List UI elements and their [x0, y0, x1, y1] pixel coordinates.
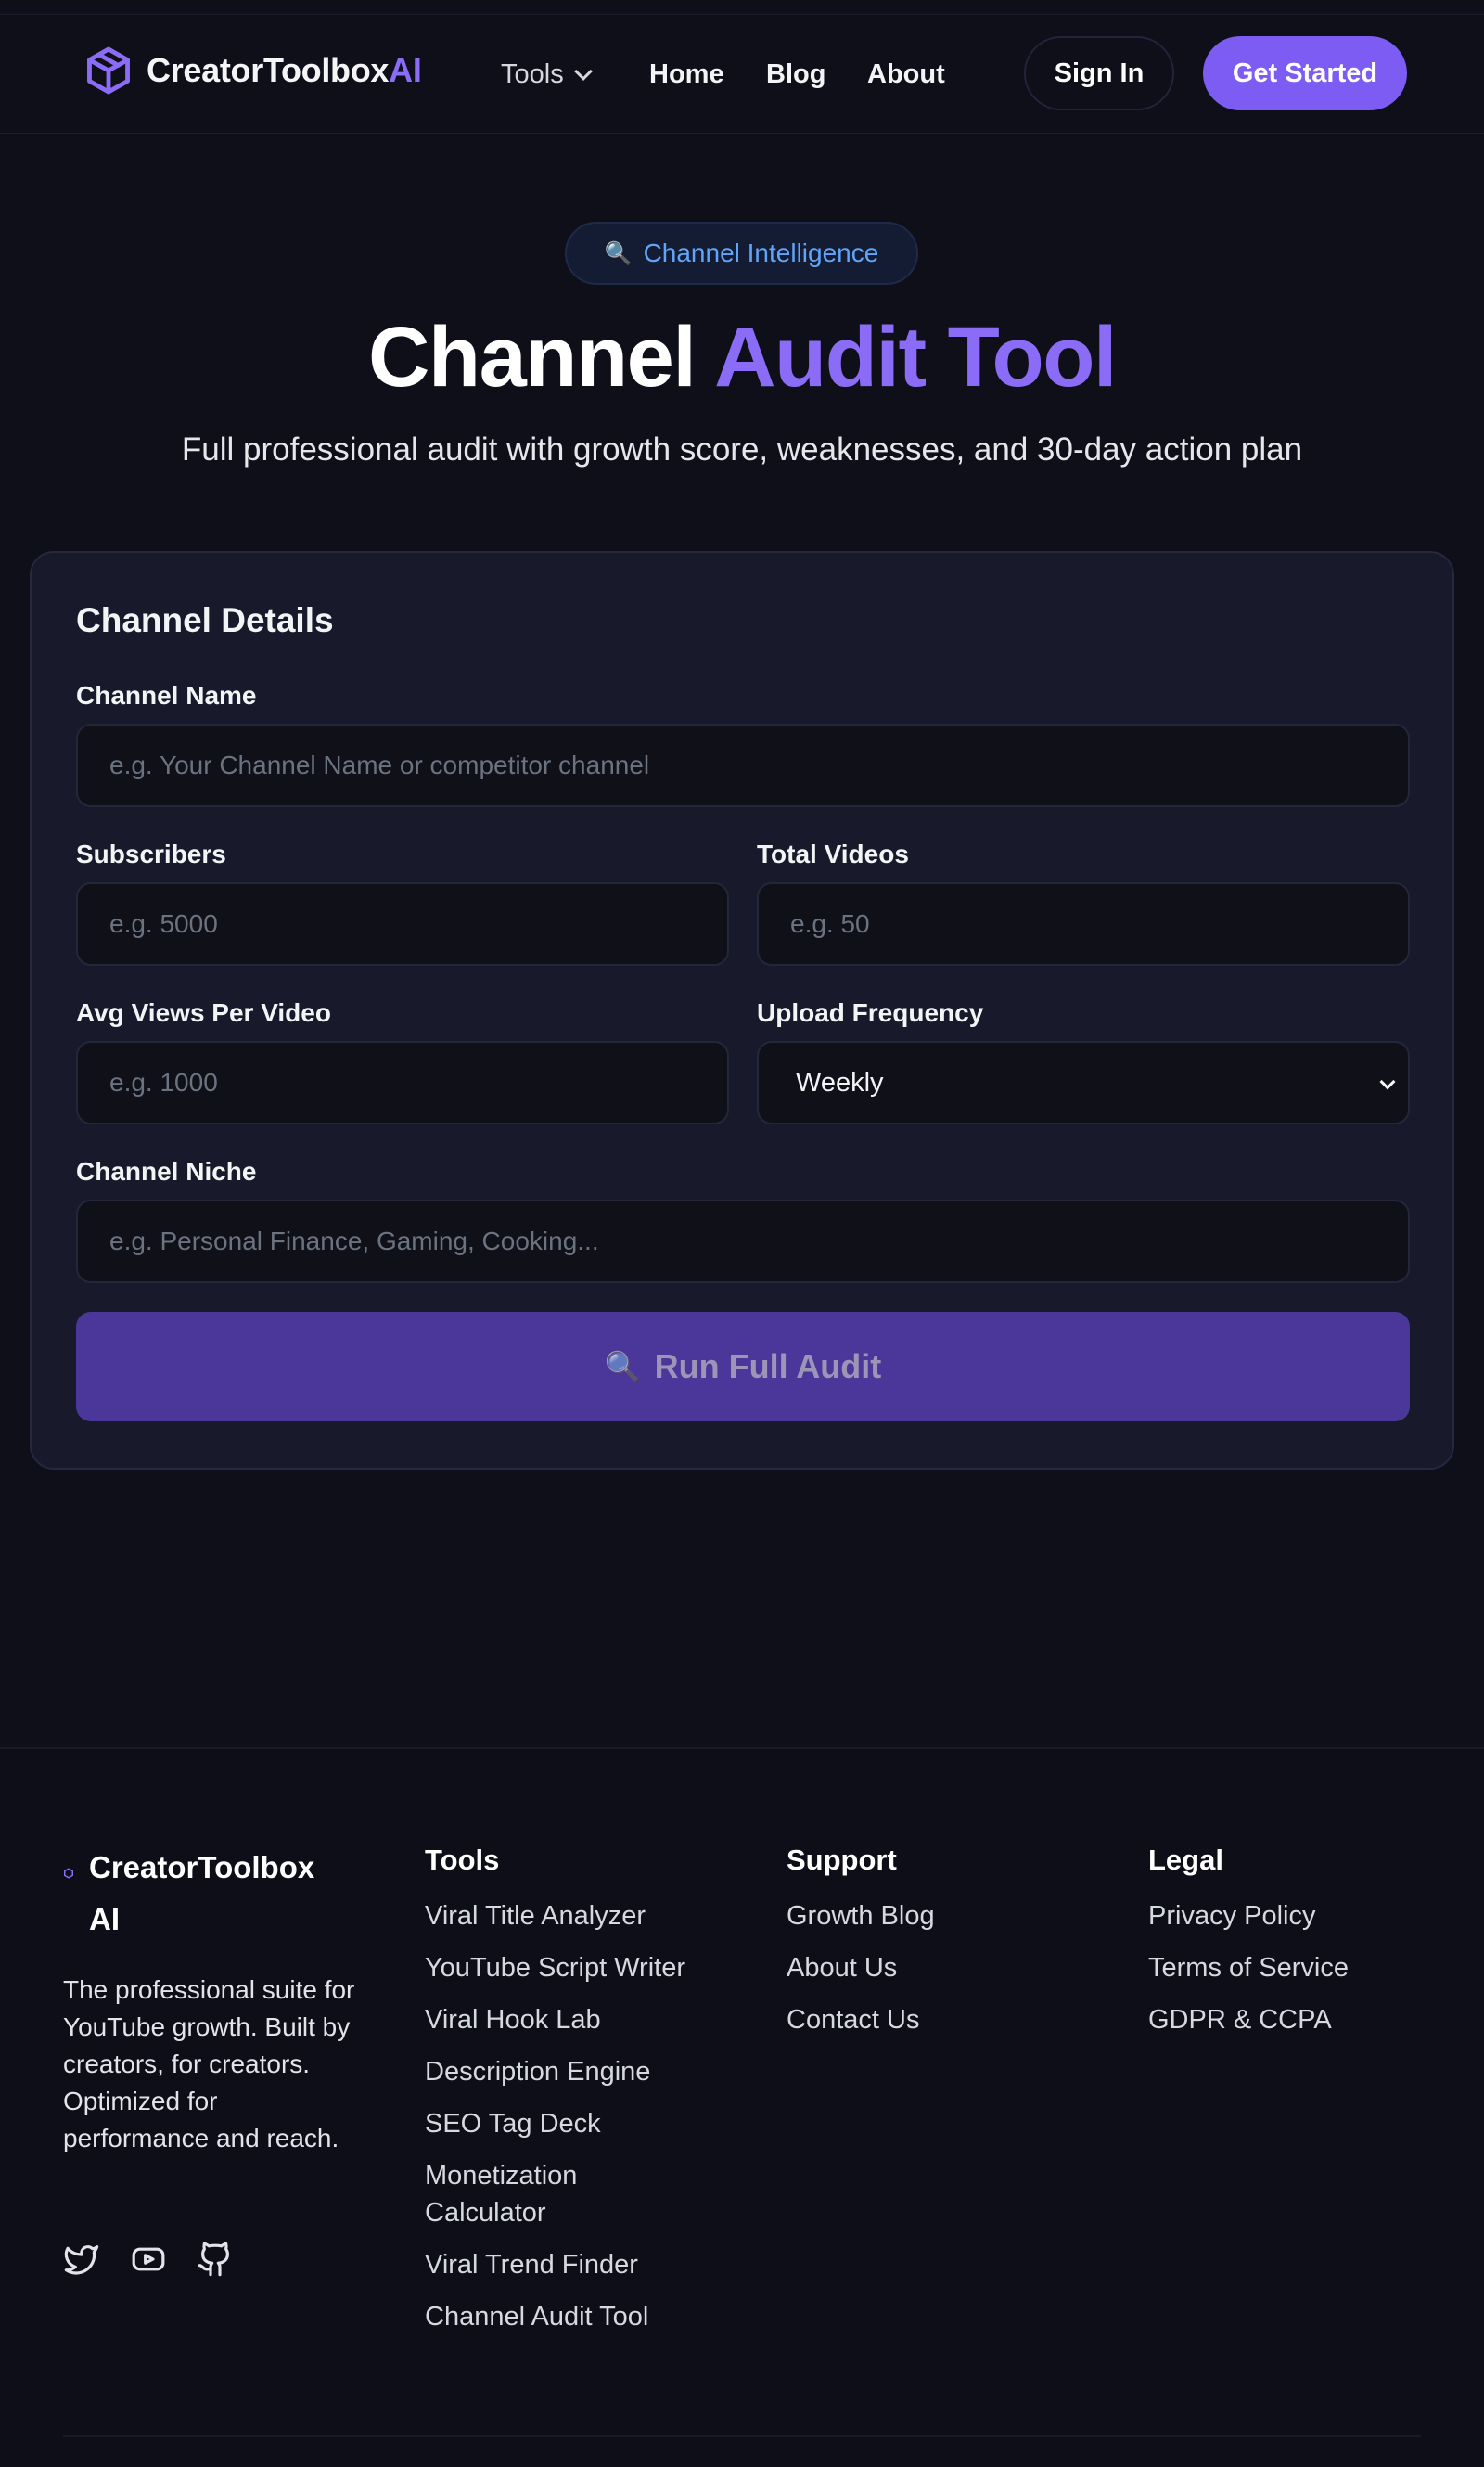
footer-legal-column: Legal Privacy Policy Terms of Service GD…: [1148, 1842, 1454, 2053]
footer-link-youtube-script-writer[interactable]: YouTube Script Writer: [425, 1949, 731, 1986]
footer-brand-line2: AI: [89, 1902, 120, 1936]
page-title: Channel Audit Tool: [0, 306, 1484, 408]
subscribers-label: Subscribers: [76, 840, 226, 868]
footer-link-viral-hook-lab[interactable]: Viral Hook Lab: [425, 2001, 731, 2038]
footer-divider: [63, 2435, 1421, 2437]
footer-link-monetization-calculator[interactable]: Monetization Calculator: [425, 2157, 657, 2231]
footer-link-channel-audit-tool[interactable]: Channel Audit Tool: [425, 2298, 731, 2335]
footer-link-viral-trend-finder[interactable]: Viral Trend Finder: [425, 2246, 731, 2283]
footer-support-title: Support: [787, 1844, 897, 1876]
sign-in-button[interactable]: Sign In: [1024, 36, 1174, 110]
nav-tools-label: Tools: [501, 59, 564, 89]
footer-link-description-engine[interactable]: Description Engine: [425, 2053, 731, 2090]
run-full-audit-button[interactable]: 🔍 Run Full Audit: [76, 1312, 1410, 1421]
nav-home[interactable]: Home: [649, 56, 724, 93]
footer-link-contact-us[interactable]: Contact Us: [787, 2001, 1093, 2038]
channel-niche-input[interactable]: [76, 1200, 1410, 1283]
footer-link-terms-of-service[interactable]: Terms of Service: [1148, 1949, 1454, 1986]
footer-link-growth-blog[interactable]: Growth Blog: [787, 1897, 1093, 1934]
page-title-main: Channel: [367, 310, 697, 405]
footer-legal-title: Legal: [1148, 1844, 1223, 1876]
footer-link-viral-title-analyzer[interactable]: Viral Title Analyzer: [425, 1897, 731, 1934]
subscribers-input[interactable]: [76, 882, 729, 966]
chevron-down-icon: [573, 62, 593, 81]
avg-views-label: Avg Views Per Video: [76, 998, 331, 1027]
nav-blog[interactable]: Blog: [766, 56, 825, 93]
run-full-audit-label: Run Full Audit: [654, 1347, 882, 1385]
page-subtitle: Full professional audit with growth scor…: [181, 431, 1303, 468]
footer-tools-title: Tools: [425, 1844, 500, 1876]
upload-frequency-label: Upload Frequency: [757, 998, 984, 1027]
cube-icon: [64, 1868, 73, 1879]
footer-tools-column: Tools Viral Title Analyzer YouTube Scrip…: [425, 1842, 731, 2350]
footer-link-seo-tag-deck[interactable]: SEO Tag Deck: [425, 2105, 731, 2142]
footer-brand-line1: CreatorToolbox: [89, 1850, 315, 1884]
youtube-icon[interactable]: [130, 2241, 167, 2278]
channel-intelligence-badge: 🔍 Channel Intelligence: [565, 222, 918, 285]
twitter-icon[interactable]: [63, 2241, 100, 2278]
channel-details-card: Channel Details Channel Name Subscribers…: [30, 551, 1454, 1470]
footer-link-gdpr-ccpa[interactable]: GDPR & CCPA: [1148, 2001, 1454, 2038]
footer-description: The professional suite for YouTube growt…: [63, 1975, 355, 2152]
total-videos-input[interactable]: [757, 882, 1410, 966]
nav-about[interactable]: About: [867, 56, 945, 93]
channel-name-input[interactable]: [76, 724, 1410, 807]
upload-frequency-value: Weekly: [796, 1067, 884, 1098]
github-icon[interactable]: [197, 2241, 234, 2278]
get-started-button[interactable]: Get Started: [1203, 36, 1407, 110]
magnifier-icon: 🔍: [604, 240, 633, 266]
card-title: Channel Details: [76, 601, 334, 639]
badge-label: Channel Intelligence: [643, 238, 879, 267]
page-title-accent: Audit Tool: [714, 310, 1117, 405]
footer-link-privacy-policy[interactable]: Privacy Policy: [1148, 1897, 1454, 1934]
site-footer: CreatorToolbox AI The professional suite…: [0, 1747, 1484, 2467]
avg-views-input[interactable]: [76, 1041, 729, 1124]
chevron-down-icon: [1379, 1073, 1396, 1090]
footer-support-column: Support Growth Blog About Us Contact Us: [787, 1842, 1093, 2053]
channel-name-label: Channel Name: [76, 681, 257, 710]
footer-link-about-us[interactable]: About Us: [787, 1949, 1093, 1986]
upload-frequency-select[interactable]: Weekly: [757, 1041, 1410, 1124]
magnifier-icon: 🔍: [604, 1350, 642, 1383]
total-videos-label: Total Videos: [757, 840, 909, 868]
nav-tools-dropdown[interactable]: Tools: [501, 56, 593, 93]
footer-brand-name[interactable]: CreatorToolbox AI: [89, 1842, 314, 1946]
footer-brand: CreatorToolbox AI: [63, 1842, 360, 1946]
channel-niche-label: Channel Niche: [76, 1157, 257, 1186]
top-navbar: CreatorToolboxAI Tools Home Blog About S…: [0, 15, 1484, 134]
